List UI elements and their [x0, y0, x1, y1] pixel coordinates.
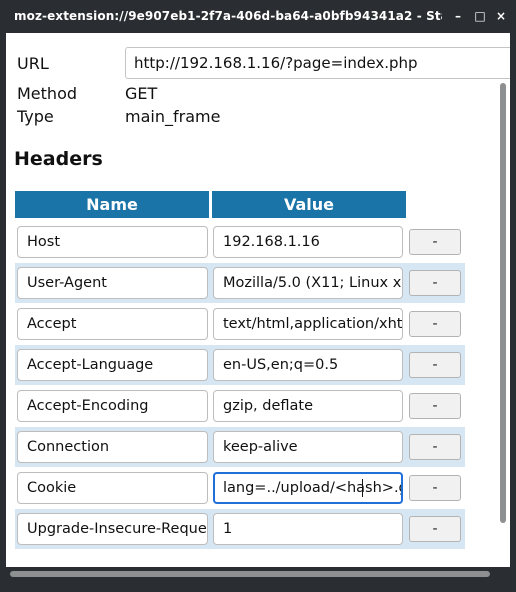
remove-header-button[interactable]: -: [409, 311, 461, 337]
header-name-field[interactable]: Accept-Language: [17, 349, 208, 381]
request-panel: URL http://192.168.1.16/?page=index.php …: [6, 33, 510, 567]
horizontal-scrollbar[interactable]: [10, 571, 490, 577]
close-icon[interactable]: ×: [495, 10, 507, 22]
type-label: Type: [17, 107, 54, 126]
remove-header-button[interactable]: -: [409, 393, 461, 419]
header-value-field[interactable]: keep-alive: [213, 431, 403, 463]
remove-header-button[interactable]: -: [409, 475, 461, 501]
maximize-icon[interactable]: □: [474, 10, 486, 22]
text-caret: [362, 479, 363, 497]
header-name-field[interactable]: Accept-Encoding: [17, 390, 208, 422]
method-label: Method: [17, 84, 78, 103]
header-name-field[interactable]: Connection: [17, 431, 208, 463]
remove-header-button[interactable]: -: [409, 229, 461, 255]
url-field[interactable]: http://192.168.1.16/?page=index.php: [125, 47, 510, 79]
remove-header-button[interactable]: -: [409, 352, 461, 378]
vertical-scrollbar[interactable]: [500, 83, 506, 523]
header-name-field[interactable]: User-Agent: [17, 267, 208, 299]
value-column-header: Value: [212, 191, 406, 218]
minimize-icon[interactable]: –: [452, 10, 464, 22]
header-name-field[interactable]: Host: [17, 226, 208, 258]
type-value: main_frame: [125, 107, 221, 126]
remove-header-button[interactable]: -: [409, 270, 461, 296]
tamper-data-window: moz-extension://9e907eb1-2f7a-406d-ba64-…: [0, 0, 516, 592]
remove-header-button[interactable]: -: [409, 516, 461, 542]
header-value-field[interactable]: en-US,en;q=0.5: [213, 349, 403, 381]
header-value-field[interactable]: gzip, deflate: [213, 390, 403, 422]
header-name-field[interactable]: Accept: [17, 308, 208, 340]
header-value-field[interactable]: lang=../upload/<hash>.gif: [213, 472, 403, 504]
header-name-field[interactable]: Cookie: [17, 472, 208, 504]
header-value-field[interactable]: 192.168.1.16: [213, 226, 403, 258]
title-bar[interactable]: moz-extension://9e907eb1-2f7a-406d-ba64-…: [0, 0, 516, 33]
name-column-header: Name: [15, 191, 209, 218]
remove-header-button[interactable]: -: [409, 434, 461, 460]
header-value-field[interactable]: 1: [213, 513, 403, 545]
header-value-field[interactable]: text/html,application/xhtml+xml: [213, 308, 403, 340]
method-value: GET: [125, 84, 158, 103]
header-name-field[interactable]: Upgrade-Insecure-Request: [17, 513, 208, 545]
headers-heading: Headers: [14, 148, 103, 170]
url-label: URL: [17, 54, 49, 73]
header-value-field[interactable]: Mozilla/5.0 (X11; Linux x86_64; rv:68.0): [213, 267, 403, 299]
window-title: moz-extension://9e907eb1-2f7a-406d-ba64-…: [14, 9, 442, 23]
